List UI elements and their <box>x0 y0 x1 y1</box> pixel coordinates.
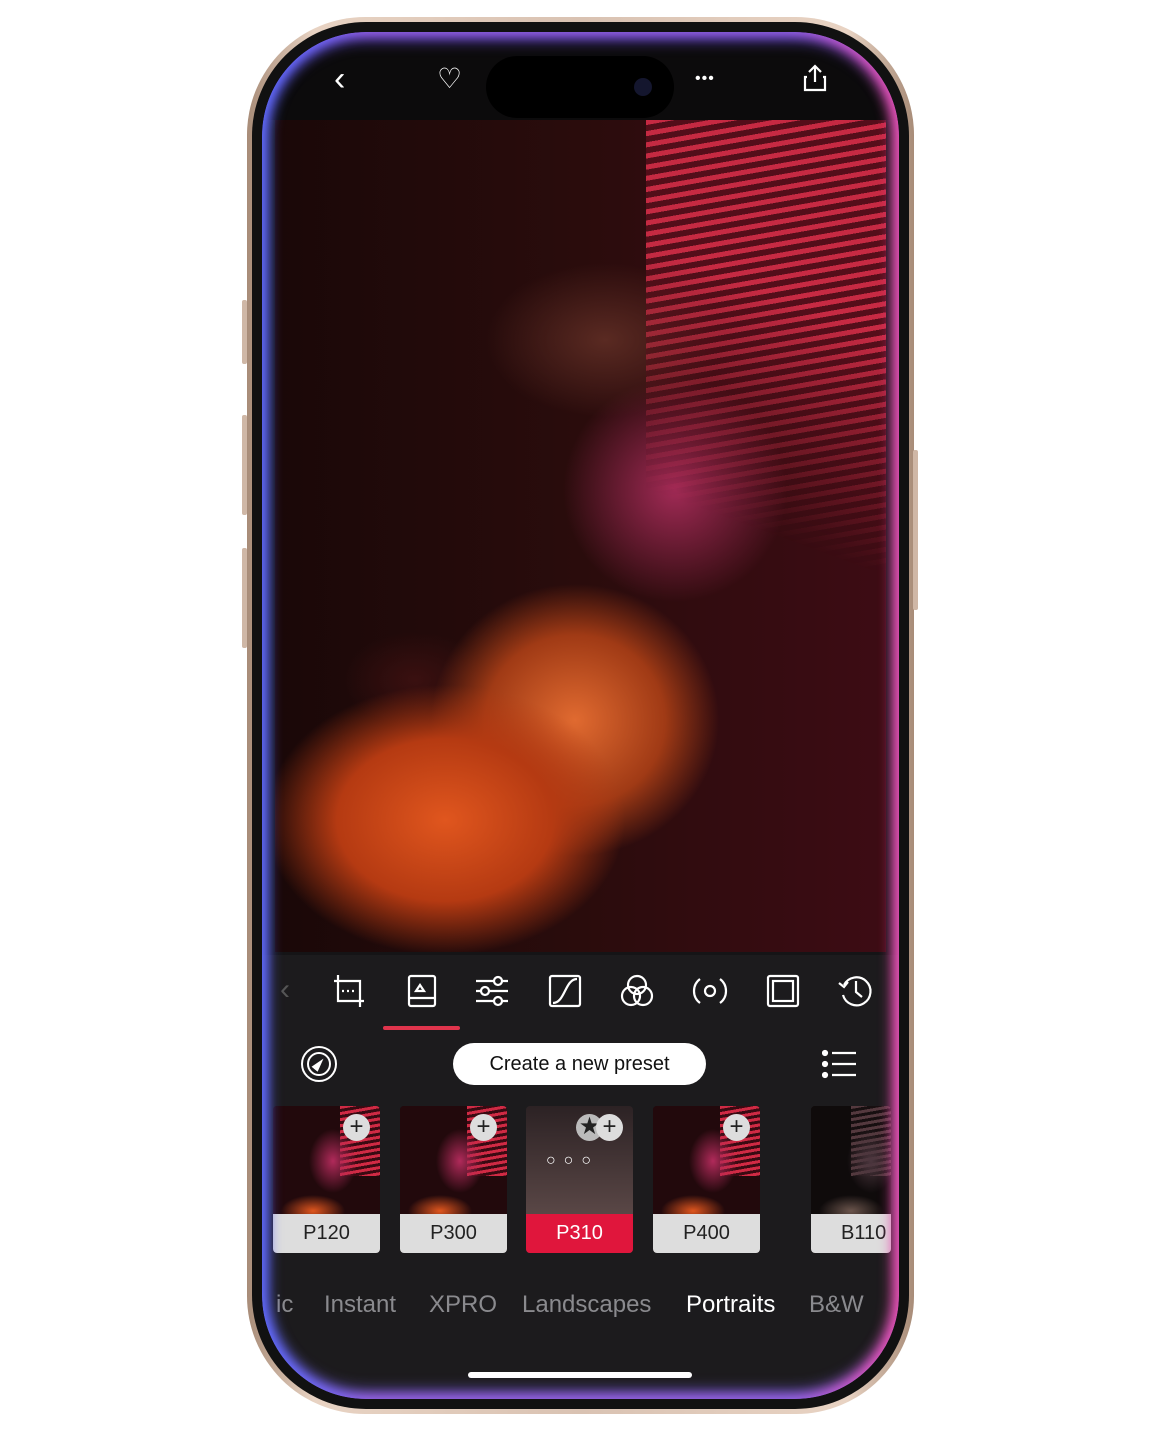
top-bar: ‹ ♡ ••• <box>262 32 899 120</box>
preset-label: P300 <box>400 1214 507 1253</box>
scroll-left-icon[interactable]: ‹ <box>280 973 290 1007</box>
heart-icon[interactable]: ♡ <box>437 64 462 94</box>
volume-up-button <box>242 415 247 515</box>
adjust-sliders-icon[interactable] <box>472 971 512 1011</box>
curves-icon[interactable] <box>545 971 585 1011</box>
hsl-dial-icon[interactable] <box>690 971 730 1011</box>
category-tab-active[interactable]: Portraits <box>686 1291 775 1319</box>
crop-icon[interactable] <box>330 971 370 1011</box>
category-tab[interactable]: B&W <box>809 1291 864 1319</box>
back-icon[interactable]: ‹ <box>334 62 345 96</box>
active-tab-indicator <box>383 1026 460 1030</box>
category-tab[interactable]: XPRO <box>429 1291 497 1319</box>
add-icon[interactable]: + <box>596 1114 623 1141</box>
preset-thumbnail[interactable]: + P400 <box>653 1106 760 1253</box>
home-indicator[interactable] <box>468 1372 692 1378</box>
compass-icon[interactable] <box>301 1046 337 1082</box>
volume-down-button <box>242 548 247 648</box>
dynamic-island <box>486 56 674 118</box>
add-icon[interactable]: + <box>470 1114 497 1141</box>
add-icon[interactable]: + <box>343 1114 370 1141</box>
camera-icon <box>634 78 652 96</box>
preset-options-icon[interactable]: ○○○ <box>546 1152 599 1170</box>
color-mixer-icon[interactable] <box>617 971 657 1011</box>
create-preset-button[interactable]: Create a new preset <box>453 1043 706 1085</box>
category-tab[interactable]: Instant <box>324 1291 396 1319</box>
preset-thumbnail-selected[interactable]: ★ + ○○○ P310 <box>526 1106 633 1253</box>
category-tab[interactable]: Landscapes <box>522 1291 651 1319</box>
category-tab[interactable]: ic <box>276 1291 293 1319</box>
share-icon[interactable] <box>802 64 828 98</box>
preset-label: P120 <box>273 1214 380 1253</box>
preset-image <box>811 1106 891 1214</box>
preset-label: P400 <box>653 1214 760 1253</box>
preset-thumbnail[interactable]: + P120 <box>273 1106 380 1253</box>
history-icon[interactable] <box>836 971 876 1011</box>
action-button <box>242 300 247 364</box>
preset-label: P310 <box>526 1214 633 1253</box>
preset-thumbnail[interactable]: B110 <box>811 1106 891 1253</box>
window-blinds <box>646 120 886 570</box>
photo-preview[interactable] <box>275 120 886 952</box>
presets-icon[interactable] <box>402 971 442 1011</box>
power-button <box>913 450 918 610</box>
preset-label: B110 <box>811 1214 891 1253</box>
list-icon[interactable] <box>821 1049 856 1079</box>
more-icon[interactable]: ••• <box>695 64 715 94</box>
edit-toolbar: ‹ <box>262 955 899 1031</box>
add-icon[interactable]: + <box>723 1114 750 1141</box>
preset-panel: Create a new preset + P120 + P300 ★ + ○○… <box>262 1031 899 1399</box>
preset-thumbnail[interactable]: + P300 <box>400 1106 507 1253</box>
screen: ‹ ♡ ••• ‹ Create a new preset + P120 + P… <box>262 32 899 1399</box>
frame-icon[interactable] <box>763 971 803 1011</box>
